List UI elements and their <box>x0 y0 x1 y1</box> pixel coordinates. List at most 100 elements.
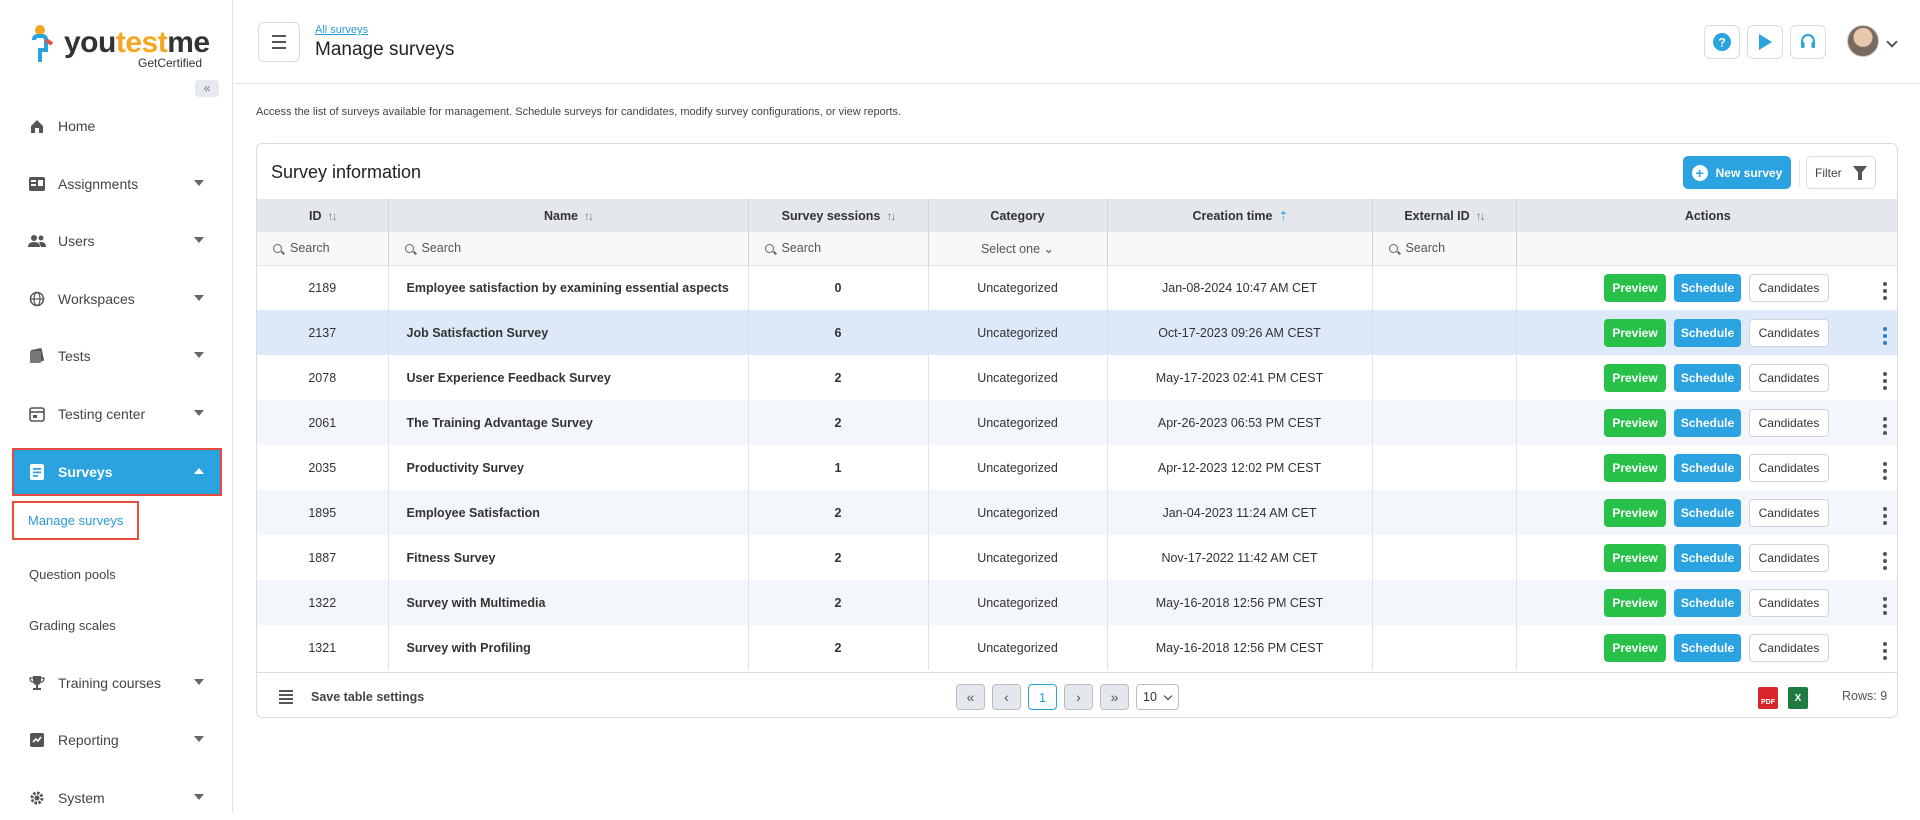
survey-name-link[interactable]: Fitness Survey <box>388 535 749 580</box>
survey-name-link[interactable]: Employee Satisfaction <box>388 490 749 535</box>
table-row[interactable]: 1895 Employee Satisfaction 2 Uncategorized J… <box>257 490 1897 535</box>
candidates-button[interactable]: Candidates <box>1749 453 1829 482</box>
table-row[interactable]: 2078 User Experience Feedback Survey 2 Unca… <box>257 355 1897 400</box>
more-options-icon[interactable] <box>1883 281 1887 300</box>
search-input-name[interactable]: Search <box>388 232 749 266</box>
column-header-creation-time[interactable]: Creation time ⇡ <box>1107 199 1373 232</box>
save-table-settings-button[interactable]: Save table settings <box>311 690 424 704</box>
logo[interactable]: youtestme GetCertified <box>30 22 210 72</box>
schedule-button[interactable]: Schedule <box>1674 633 1741 662</box>
table-row[interactable]: 1322 Survey with Multimedia 2 Uncategorized… <box>257 580 1897 625</box>
table-row[interactable]: 1887 Fitness Survey 2 Uncategorized Nov-17-2… <box>257 535 1897 580</box>
category-select[interactable]: Select one ⌄ <box>928 232 1108 266</box>
preview-button[interactable]: Preview <box>1604 498 1666 527</box>
candidates-button[interactable]: Candidates <box>1749 588 1829 617</box>
schedule-button[interactable]: Schedule <box>1674 363 1741 392</box>
sidebar-item-system[interactable]: System <box>14 776 220 820</box>
candidates-button[interactable]: Candidates <box>1749 498 1829 527</box>
sort-icon[interactable]: ↑↓ <box>886 209 896 223</box>
preview-button[interactable]: Preview <box>1604 318 1666 347</box>
sidebar-subitem-manage-surveys[interactable]: Manage surveys <box>11 501 140 540</box>
survey-sessions-link[interactable]: 2 <box>748 355 929 400</box>
candidates-button[interactable]: Candidates <box>1749 273 1829 302</box>
more-options-icon[interactable] <box>1883 326 1887 345</box>
column-header-name[interactable]: Name ↑↓ <box>388 199 749 232</box>
schedule-button[interactable]: Schedule <box>1674 408 1741 437</box>
schedule-button[interactable]: Schedule <box>1674 543 1741 572</box>
preview-button[interactable]: Preview <box>1604 588 1666 617</box>
candidates-button[interactable]: Candidates <box>1749 543 1829 572</box>
preview-button[interactable]: Preview <box>1604 273 1666 302</box>
sidebar-item-testing-center[interactable]: Testing center <box>14 392 220 436</box>
survey-sessions-link[interactable]: 1 <box>748 445 929 490</box>
table-row[interactable]: 2137 Job Satisfaction Survey 6 Uncategorize… <box>257 310 1897 355</box>
breadcrumb[interactable]: All surveys <box>315 24 368 36</box>
prev-page-button[interactable]: ‹ <box>992 684 1021 710</box>
preview-button[interactable]: Preview <box>1604 543 1666 572</box>
play-button[interactable] <box>1747 25 1783 59</box>
collapse-sidebar-button[interactable]: « <box>195 80 219 97</box>
next-page-button[interactable]: › <box>1064 684 1093 710</box>
candidates-button[interactable]: Candidates <box>1749 363 1829 392</box>
survey-name-link[interactable]: Employee satisfaction by examining essen… <box>388 265 749 310</box>
more-options-icon[interactable] <box>1883 416 1887 435</box>
search-input-external-id[interactable]: Search <box>1372 232 1517 266</box>
sidebar-subitem-grading-scales[interactable]: Grading scales <box>29 618 116 633</box>
schedule-button[interactable]: Schedule <box>1674 318 1741 347</box>
column-header-external-id[interactable]: External ID ↑↓ <box>1372 199 1517 232</box>
sidebar-item-reporting[interactable]: Reporting <box>14 718 220 762</box>
sort-icon[interactable]: ↑↓ <box>328 209 338 223</box>
more-options-icon[interactable] <box>1883 596 1887 615</box>
search-input-id[interactable]: Search <box>257 232 389 266</box>
survey-name-link[interactable]: Survey with Profiling <box>388 625 749 670</box>
schedule-button[interactable]: Schedule <box>1674 273 1741 302</box>
search-input-sessions[interactable]: Search <box>748 232 929 266</box>
survey-name-link[interactable]: Survey with Multimedia <box>388 580 749 625</box>
survey-sessions-link[interactable]: 2 <box>748 625 929 670</box>
survey-sessions-link[interactable]: 0 <box>748 265 929 310</box>
rows-per-page-select[interactable]: 10 <box>1136 684 1179 710</box>
preview-button[interactable]: Preview <box>1604 408 1666 437</box>
new-survey-button[interactable]: + New survey <box>1683 156 1791 189</box>
table-row[interactable]: 2189 Employee satisfaction by examining e… <box>257 265 1897 310</box>
schedule-button[interactable]: Schedule <box>1674 588 1741 617</box>
sidebar-item-home[interactable]: Home <box>14 104 220 148</box>
more-options-icon[interactable] <box>1883 461 1887 480</box>
chevron-down-icon[interactable] <box>1886 36 1898 48</box>
sidebar-item-users[interactable]: Users <box>14 219 220 263</box>
menu-toggle-button[interactable] <box>258 22 300 62</box>
more-options-icon[interactable] <box>1883 641 1887 660</box>
sort-icon[interactable]: ↑↓ <box>584 209 594 223</box>
preview-button[interactable]: Preview <box>1604 453 1666 482</box>
table-row[interactable]: 1321 Survey with Profiling 2 Uncategorized M… <box>257 625 1897 670</box>
sidebar-item-assignments[interactable]: Assignments <box>14 162 220 206</box>
survey-sessions-link[interactable]: 2 <box>748 535 929 580</box>
avatar[interactable] <box>1847 25 1879 57</box>
sidebar-item-workspaces[interactable]: Workspaces <box>14 277 220 321</box>
sidebar-item-tests[interactable]: Tests <box>14 334 220 378</box>
survey-sessions-link[interactable]: 2 <box>748 400 929 445</box>
preview-button[interactable]: Preview <box>1604 633 1666 662</box>
sidebar-item-training-courses[interactable]: Training courses <box>14 661 220 705</box>
survey-name-link[interactable]: The Training Advantage Survey <box>388 400 749 445</box>
export-excel-icon[interactable]: X <box>1788 687 1808 709</box>
more-options-icon[interactable] <box>1883 506 1887 525</box>
column-header-sessions[interactable]: Survey sessions ↑↓ <box>748 199 929 232</box>
survey-name-link[interactable]: Productivity Survey <box>388 445 749 490</box>
table-row[interactable]: 2035 Productivity Survey 1 Uncategorized Apr… <box>257 445 1897 490</box>
survey-name-link[interactable]: User Experience Feedback Survey <box>388 355 749 400</box>
sidebar-item-surveys[interactable]: Surveys <box>12 448 222 496</box>
survey-sessions-link[interactable]: 2 <box>748 490 929 535</box>
filter-button[interactable]: Filter <box>1806 156 1876 189</box>
more-options-icon[interactable] <box>1883 371 1887 390</box>
candidates-button[interactable]: Candidates <box>1749 318 1829 347</box>
first-page-button[interactable]: « <box>956 684 985 710</box>
sort-icon[interactable]: ↑↓ <box>1476 209 1486 223</box>
sidebar-subitem-question-pools[interactable]: Question pools <box>29 567 116 582</box>
help-button[interactable]: ? <box>1704 25 1740 59</box>
preview-button[interactable]: Preview <box>1604 363 1666 392</box>
sort-ascending-icon[interactable]: ⇡ <box>1278 209 1288 223</box>
schedule-button[interactable]: Schedule <box>1674 498 1741 527</box>
table-row[interactable]: 2061 The Training Advantage Survey 2 Uncate… <box>257 400 1897 445</box>
page-number-button[interactable]: 1 <box>1028 684 1057 710</box>
